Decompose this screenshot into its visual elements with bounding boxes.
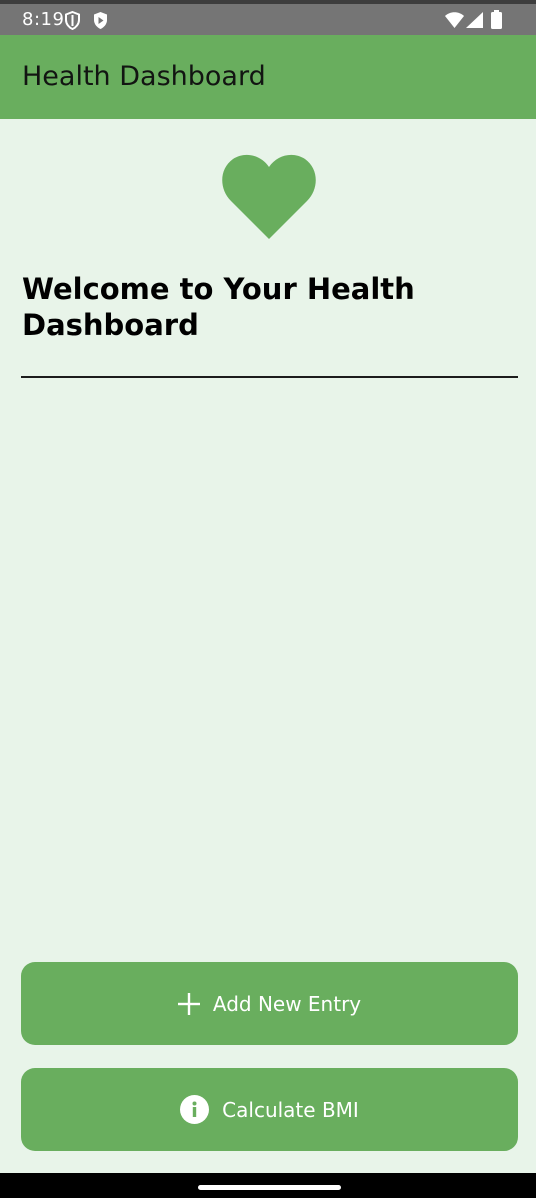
status-time: 8:19 (22, 9, 65, 30)
battery-icon (491, 10, 502, 34)
plus-icon (177, 992, 200, 1015)
play-protect-icon (92, 11, 109, 35)
heart-icon (221, 153, 317, 244)
navigation-bar (0, 1173, 536, 1198)
calculate-bmi-button[interactable]: Calculate BMI (21, 1068, 518, 1151)
add-new-entry-label: Add New Entry (212, 991, 362, 1016)
divider (21, 376, 518, 378)
wifi-icon (445, 12, 464, 33)
cell-signal-icon (466, 12, 483, 33)
info-icon (180, 1095, 210, 1124)
home-gesture-handle[interactable] (198, 1185, 341, 1190)
app-title: Health Dashboard (22, 61, 266, 92)
app-bar: Health Dashboard (0, 35, 536, 119)
add-new-entry-button[interactable]: Add New Entry (21, 962, 518, 1045)
shield-icon (64, 10, 81, 35)
main-content: Welcome to Your Health Dashboard Add New… (0, 119, 536, 1173)
status-bar: 8:19 (0, 0, 536, 35)
calculate-bmi-label: Calculate BMI (222, 1097, 359, 1122)
welcome-heading: Welcome to Your Health Dashboard (22, 272, 415, 342)
